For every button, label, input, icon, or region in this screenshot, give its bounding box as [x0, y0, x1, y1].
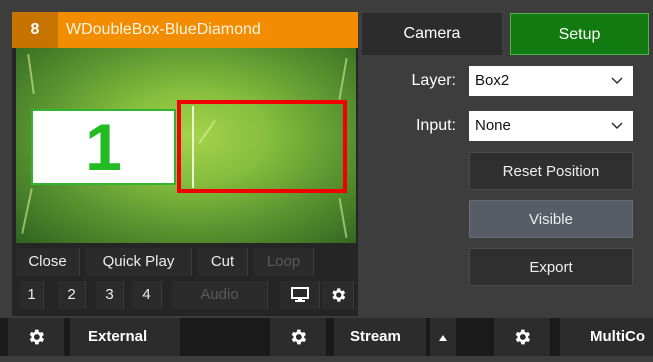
visible-toggle-button[interactable]: Visible [469, 200, 633, 238]
layer-select[interactable]: Box2 [469, 66, 633, 96]
stream-button[interactable]: Stream [334, 318, 426, 356]
chevron-down-icon [611, 111, 623, 141]
multicorder-button[interactable]: MultiCo [560, 318, 653, 356]
input-select-value: None [475, 117, 511, 134]
layer-select-value: Box2 [475, 72, 510, 89]
stream-settings-button[interactable] [270, 318, 326, 356]
tab-setup[interactable]: Setup [510, 13, 649, 55]
preview-decoration [21, 188, 33, 234]
gear-icon [26, 329, 46, 351]
preview-decoration [27, 54, 35, 94]
overlay-1-button[interactable]: 1 [20, 281, 44, 309]
input-select[interactable]: None [469, 111, 633, 141]
overlay-3-button[interactable]: 3 [96, 281, 124, 309]
input-settings-button[interactable] [322, 281, 354, 309]
monitor-icon [290, 286, 309, 303]
output-monitor-button[interactable] [280, 281, 320, 309]
layer-label: Layer: [411, 72, 456, 89]
multicorder-settings-button[interactable] [494, 318, 550, 356]
input-title: WDoubleBox-BlueDiamond [66, 21, 261, 38]
export-button[interactable]: Export [469, 248, 633, 286]
overlay-4-button[interactable]: 4 [132, 281, 162, 309]
gear-icon [329, 286, 347, 303]
quick-play-button[interactable]: Quick Play [86, 248, 192, 276]
tab-camera[interactable]: Camera [362, 13, 502, 55]
close-button[interactable]: Close [16, 248, 80, 276]
caret-up-icon [439, 328, 447, 345]
layer-box-2-selection[interactable] [177, 100, 347, 193]
gear-icon [288, 329, 308, 351]
reset-position-button[interactable]: Reset Position [469, 152, 633, 190]
external-settings-button[interactable] [8, 318, 64, 356]
preview-decoration [338, 58, 348, 100]
input-label: Input: [415, 117, 456, 134]
overlay-2-button[interactable]: 2 [58, 281, 86, 309]
cut-button[interactable]: Cut [198, 248, 248, 276]
input-number: 8 [12, 12, 58, 48]
stream-dropdown-button[interactable] [430, 318, 456, 356]
external-button[interactable]: External [70, 318, 180, 356]
chevron-down-icon [611, 66, 623, 96]
loop-button[interactable]: Loop [254, 248, 314, 276]
gear-icon [512, 329, 532, 351]
audio-button[interactable]: Audio [172, 281, 268, 309]
preview-decoration [338, 198, 348, 238]
layer-box-1-number: 1 [85, 110, 122, 184]
